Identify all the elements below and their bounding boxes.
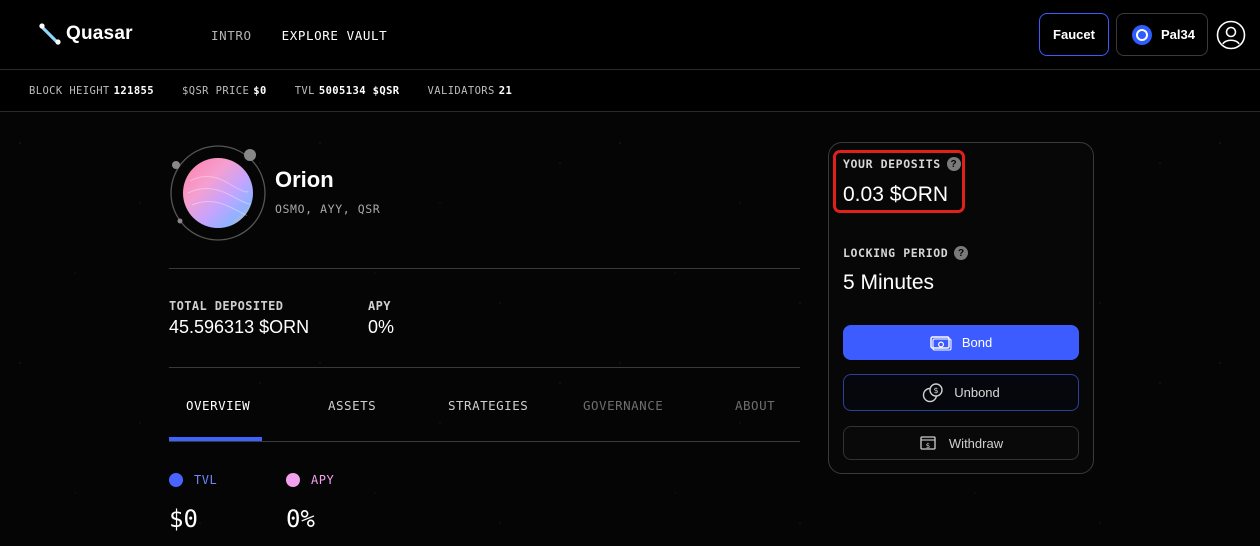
- wallet-name: Pal34: [1161, 27, 1195, 42]
- user-profile-icon[interactable]: [1216, 20, 1246, 50]
- faucet-button[interactable]: Faucet: [1039, 13, 1109, 56]
- tvl-legend-label: TVL: [194, 473, 218, 487]
- total-deposited-value: 45.596313 $ORN: [169, 317, 310, 337]
- help-icon[interactable]: ?: [954, 246, 969, 260]
- tab-assets[interactable]: ASSETS: [328, 398, 376, 413]
- brand-logo[interactable]: Quasar: [38, 22, 133, 46]
- tvl-legend-dot: [169, 473, 183, 487]
- nav-intro[interactable]: INTRO: [211, 28, 252, 43]
- stat-tvl: TVL 5005134 $QSR: [294, 84, 400, 97]
- vault-title: Orion: [275, 167, 334, 192]
- svg-text:$: $: [934, 386, 939, 395]
- unbond-button[interactable]: $ Unbond: [843, 374, 1079, 411]
- apy-chart-value: 0%: [286, 505, 315, 533]
- withdraw-button[interactable]: $ Withdraw: [843, 426, 1079, 460]
- vault-tabs: OVERVIEW ASSETS STRATEGIES GOVERNANCE AB…: [169, 385, 800, 441]
- tab-overview[interactable]: OVERVIEW: [186, 398, 250, 413]
- apy-legend-label: APY: [311, 473, 335, 487]
- main-nav: INTRO EXPLORE VAULT: [211, 28, 387, 43]
- brand-name: Quasar: [66, 23, 133, 44]
- tab-about[interactable]: ABOUT: [735, 398, 775, 413]
- stat-qsr-price: $QSR PRICE $0: [182, 84, 267, 97]
- quasar-logo-icon: [39, 23, 61, 45]
- wallet-button[interactable]: Pal34: [1116, 13, 1208, 56]
- banknote-icon: [930, 335, 952, 351]
- top-navigation-bar: Quasar INTRO EXPLORE VAULT Faucet Pal34: [0, 0, 1260, 70]
- highlight-annotation: [833, 150, 965, 213]
- vault-avatar: [170, 145, 266, 241]
- svg-text:$: $: [926, 442, 930, 450]
- locking-period-value: 5 Minutes: [843, 271, 935, 294]
- apy-label: APY: [368, 299, 391, 313]
- locking-period-label: LOCKING PERIOD ?: [843, 246, 969, 260]
- coins-icon: $: [923, 382, 943, 402]
- vault-tokens: OSMO, AYY, QSR: [275, 202, 381, 216]
- divider: [169, 268, 800, 269]
- network-stats-bar: BLOCK HEIGHT 121855 $QSR PRICE $0 TVL 50051…: [0, 70, 1260, 112]
- cash-withdraw-icon: $: [920, 436, 936, 450]
- divider: [169, 367, 800, 368]
- tab-strategies[interactable]: STRATEGIES: [448, 398, 528, 413]
- bond-button[interactable]: Bond: [843, 325, 1079, 360]
- wallet-icon: [1132, 24, 1152, 45]
- tabs-divider: [169, 441, 800, 442]
- stat-block-height: BLOCK HEIGHT 121855: [29, 84, 155, 97]
- total-deposited-label: TOTAL DEPOSITED: [169, 299, 284, 313]
- tab-governance[interactable]: GOVERNANCE: [583, 398, 663, 413]
- apy-legend-dot: [286, 473, 300, 487]
- apy-value: 0%: [368, 317, 395, 337]
- stat-validators: VALIDATORS 21: [427, 84, 513, 97]
- tvl-value: $0: [169, 505, 198, 533]
- nav-explore-vault[interactable]: EXPLORE VAULT: [282, 28, 388, 43]
